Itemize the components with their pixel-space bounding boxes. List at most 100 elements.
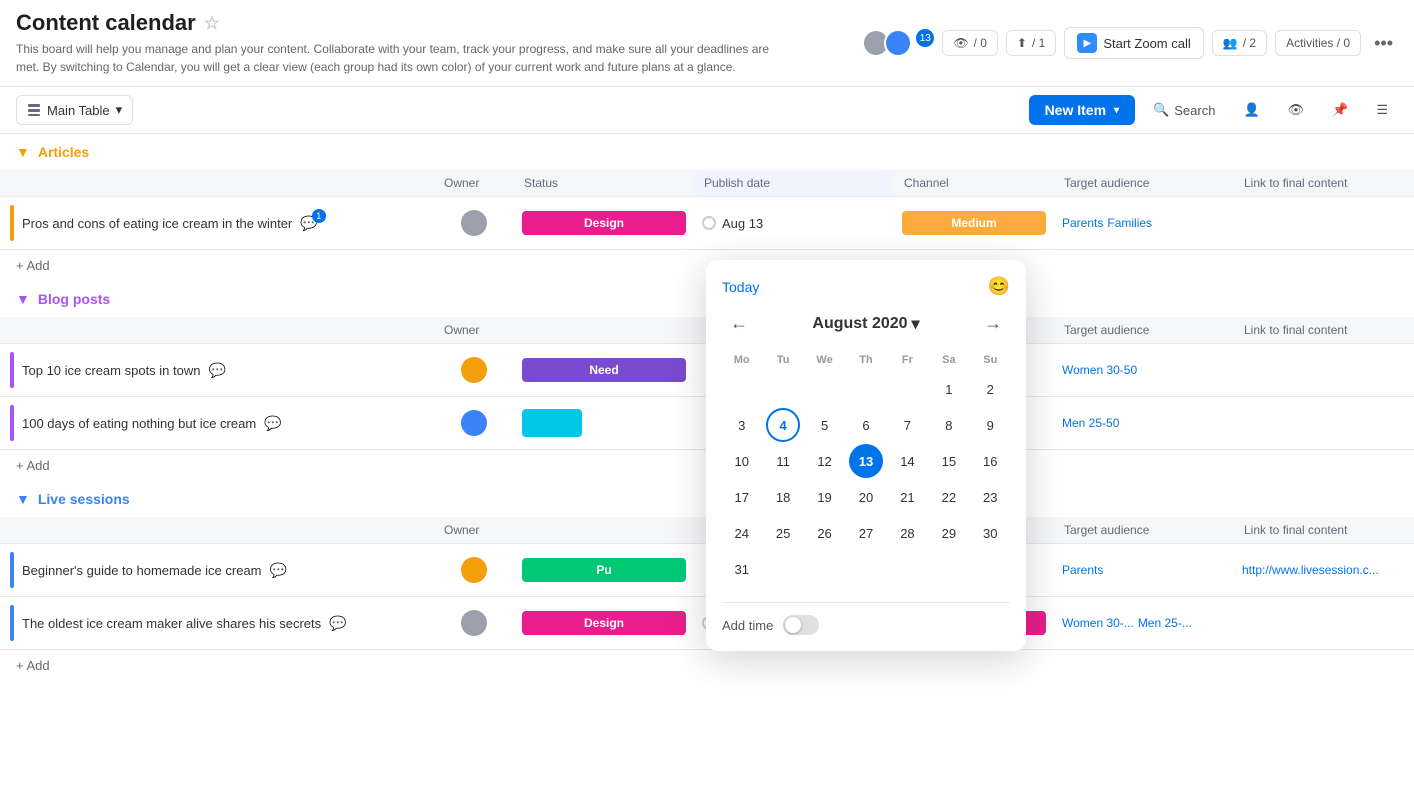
view-label: Main Table: [47, 103, 110, 118]
status-cell[interactable]: Design: [514, 607, 694, 639]
cal-day-12[interactable]: 12: [808, 444, 842, 478]
cal-day-19[interactable]: 19: [808, 480, 842, 514]
comment-icon[interactable]: 💬: [270, 562, 287, 579]
audience-tag[interactable]: Families: [1107, 216, 1152, 230]
articles-toggle-icon[interactable]: ▼: [16, 144, 30, 160]
row-color-bar: [10, 352, 14, 388]
person-icon-button[interactable]: 👤: [1233, 96, 1269, 124]
comment-icon[interactable]: 💬: [329, 615, 346, 632]
people-button[interactable]: 👥 / 2: [1212, 30, 1267, 56]
more-options-button[interactable]: •••: [1369, 28, 1398, 59]
cal-day-1[interactable]: 1: [932, 372, 966, 406]
status-cell[interactable]: Need: [514, 354, 694, 386]
link-cell: [1234, 366, 1414, 374]
avatar-group: 13: [862, 29, 934, 57]
status-cell: [514, 405, 694, 441]
status-badge[interactable]: Need: [522, 358, 686, 382]
audience-cell: Women 30-50: [1054, 359, 1234, 381]
comment-icon[interactable]: 💬: [264, 415, 281, 432]
cal-day-17[interactable]: 17: [725, 480, 759, 514]
comment-icon[interactable]: 💬: [208, 362, 225, 379]
cal-day-30[interactable]: 30: [973, 516, 1007, 550]
cal-day-8[interactable]: 8: [932, 408, 966, 442]
cal-day-26[interactable]: 26: [808, 516, 842, 550]
status-badge[interactable]: Pu: [522, 558, 686, 582]
cal-day-header: Mo: [722, 350, 761, 370]
cal-day-28[interactable]: 28: [890, 516, 924, 550]
comment-icon[interactable]: 💬1: [300, 215, 317, 232]
activities-button[interactable]: Activities / 0: [1275, 30, 1361, 56]
status-badge[interactable]: Design: [522, 611, 686, 635]
cal-day-16[interactable]: 16: [973, 444, 1007, 478]
cal-day-empty: [890, 552, 924, 586]
star-icon[interactable]: ☆: [204, 13, 220, 34]
emoji-button[interactable]: 😊: [988, 276, 1010, 297]
filter-button[interactable]: ☰: [1366, 96, 1398, 124]
cal-day-empty: [973, 552, 1007, 586]
audience-tag[interactable]: Men 25-...: [1138, 616, 1192, 630]
new-item-button[interactable]: New Item ▾: [1029, 95, 1136, 125]
zoom-call-button[interactable]: ▶ Start Zoom call: [1064, 27, 1203, 59]
cal-day-23[interactable]: 23: [973, 480, 1007, 514]
cal-day-27[interactable]: 27: [849, 516, 883, 550]
eye-filter-icon: 👁: [1288, 102, 1305, 118]
today-button[interactable]: Today: [722, 279, 759, 295]
audience-tag[interactable]: Women 30-...: [1062, 616, 1134, 630]
cal-day-5[interactable]: 5: [808, 408, 842, 442]
cal-day-25[interactable]: 25: [766, 516, 800, 550]
cal-day-15[interactable]: 15: [932, 444, 966, 478]
view-count-button[interactable]: 👁 / 0: [942, 30, 998, 56]
link-cell[interactable]: http://www.livesession.c...: [1234, 559, 1414, 581]
row-color-bar: [10, 205, 14, 241]
channel-badge[interactable]: Medium: [902, 211, 1046, 235]
calendar-month-title[interactable]: August 2020 ▾: [812, 314, 919, 334]
audience-tag[interactable]: Women 30-50: [1062, 363, 1137, 377]
col-header-publish-date: Publish date: [694, 170, 894, 196]
cal-day-31[interactable]: 31: [725, 552, 759, 586]
col-header-name: [0, 317, 434, 343]
cal-day-9[interactable]: 9: [973, 408, 1007, 442]
cal-day-22[interactable]: 22: [932, 480, 966, 514]
cal-day-2[interactable]: 2: [973, 372, 1007, 406]
cal-day-21[interactable]: 21: [890, 480, 924, 514]
cal-day-14[interactable]: 14: [890, 444, 924, 478]
toggle-knob: [785, 617, 801, 633]
invite-button[interactable]: ⬆ / 1: [1006, 30, 1056, 56]
main-table-view-button[interactable]: Main Table ▾: [16, 95, 133, 125]
cal-day-7[interactable]: 7: [890, 408, 924, 442]
pin-button[interactable]: 📌: [1322, 96, 1358, 124]
status-cell[interactable]: Design: [514, 207, 694, 239]
cal-day-4-today[interactable]: 4: [766, 408, 800, 442]
cal-day-24[interactable]: 24: [725, 516, 759, 550]
cal-day-10[interactable]: 10: [725, 444, 759, 478]
cal-day-20[interactable]: 20: [849, 480, 883, 514]
cal-day-3[interactable]: 3: [725, 408, 759, 442]
next-month-button[interactable]: →: [976, 309, 1010, 338]
cal-day-6[interactable]: 6: [849, 408, 883, 442]
pin-icon: 📌: [1332, 102, 1348, 118]
status-cell[interactable]: Pu: [514, 554, 694, 586]
cal-day-11[interactable]: 11: [766, 444, 800, 478]
cal-day-13-selected[interactable]: 13: [849, 444, 883, 478]
audience-tag[interactable]: Parents: [1062, 563, 1103, 577]
live-sessions-add-row[interactable]: + Add: [0, 650, 1414, 681]
row-color-bar: [10, 405, 14, 441]
status-badge[interactable]: Design: [522, 211, 686, 235]
search-button[interactable]: 🔍 Search: [1143, 96, 1225, 124]
prev-month-button[interactable]: ←: [722, 309, 756, 338]
cal-day-empty: [849, 552, 883, 586]
cal-day-18[interactable]: 18: [766, 480, 800, 514]
date-text[interactable]: Aug 13: [722, 216, 763, 231]
audience-tag[interactable]: Parents: [1062, 216, 1103, 230]
people-count: / 2: [1243, 36, 1256, 50]
eye-icon: 👁: [953, 36, 968, 50]
cal-day-empty: [766, 552, 800, 586]
add-time-toggle[interactable]: [783, 615, 819, 635]
notification-badge: 13: [916, 29, 934, 47]
blog-posts-toggle-icon[interactable]: ▼: [16, 291, 30, 307]
audience-tag[interactable]: Men 25-50: [1062, 416, 1119, 430]
date-cell[interactable]: Aug 13: [694, 212, 894, 235]
live-sessions-toggle-icon[interactable]: ▼: [16, 491, 30, 507]
eye-filter-button[interactable]: 👁: [1278, 96, 1315, 124]
cal-day-29[interactable]: 29: [932, 516, 966, 550]
